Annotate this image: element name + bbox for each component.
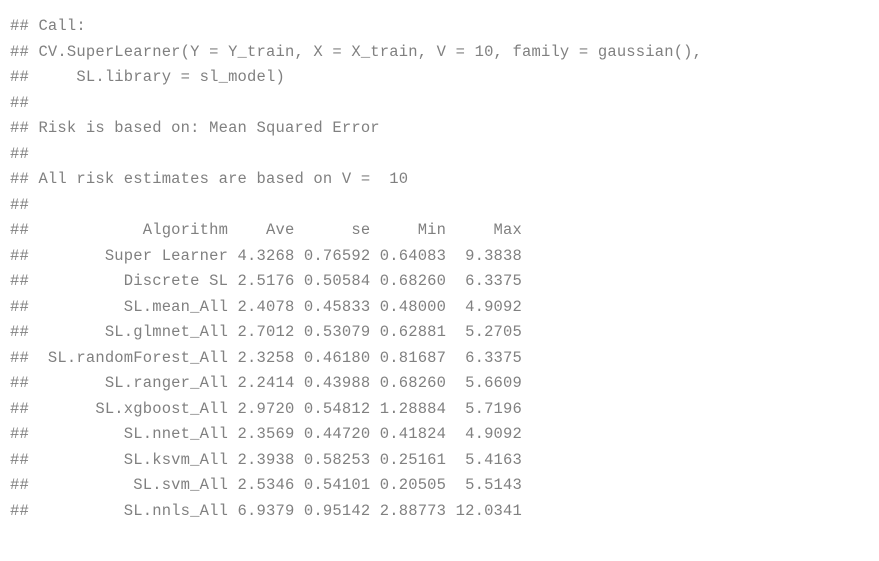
line-call-arg: ## SL.library = sl_model) [10, 68, 285, 86]
line-risk-basis: ## Risk is based on: Mean Squared Error [10, 119, 380, 137]
r-console-output: ## Call: ## CV.SuperLearner(Y = Y_train,… [10, 14, 871, 524]
table-row: ## SL.mean_All 2.4078 0.45833 0.48000 4.… [10, 298, 522, 316]
table-row: ## SL.randomForest_All 2.3258 0.46180 0.… [10, 349, 522, 367]
table-row: ## SL.nnls_All 6.9379 0.95142 2.88773 12… [10, 502, 522, 520]
line-call-fn: ## CV.SuperLearner(Y = Y_train, X = X_tr… [10, 43, 712, 61]
table-row: ## Discrete SL 2.5176 0.50584 0.68260 6.… [10, 272, 522, 290]
table-row: ## SL.nnet_All 2.3569 0.44720 0.41824 4.… [10, 425, 522, 443]
table-header: ## Algorithm Ave se Min Max [10, 221, 522, 239]
line-v-note: ## All risk estimates are based on V = 1… [10, 170, 408, 188]
table-row: ## SL.ksvm_All 2.3938 0.58253 0.25161 5.… [10, 451, 522, 469]
table-row: ## SL.glmnet_All 2.7012 0.53079 0.62881 … [10, 323, 522, 341]
table-row: ## Super Learner 4.3268 0.76592 0.64083 … [10, 247, 522, 265]
line-blank-1: ## [10, 94, 38, 112]
table-row: ## SL.ranger_All 2.2414 0.43988 0.68260 … [10, 374, 522, 392]
table-row: ## SL.svm_All 2.5346 0.54101 0.20505 5.5… [10, 476, 522, 494]
line-blank-2: ## [10, 145, 38, 163]
table-row: ## SL.xgboost_All 2.9720 0.54812 1.28884… [10, 400, 522, 418]
line-blank-3: ## [10, 196, 38, 214]
line-call: ## Call: [10, 17, 86, 35]
